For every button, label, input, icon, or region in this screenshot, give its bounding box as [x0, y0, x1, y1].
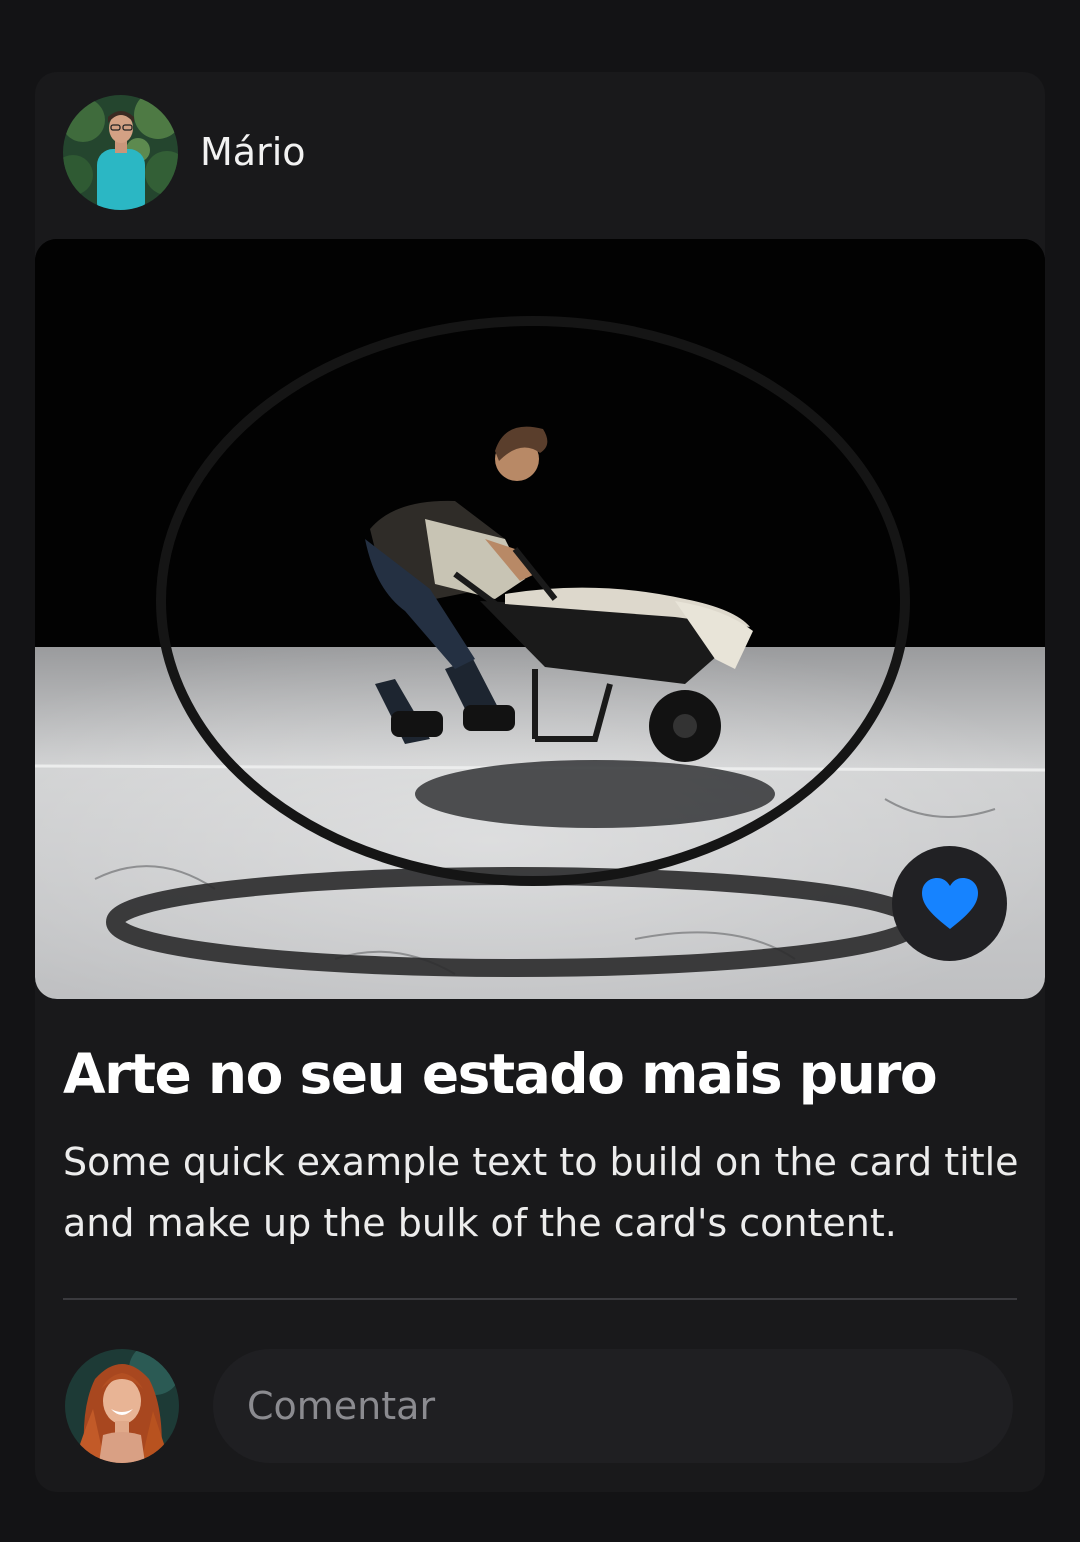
author-avatar-image — [63, 95, 178, 210]
like-button[interactable] — [892, 846, 1007, 961]
heart-icon — [921, 877, 978, 929]
post-header: Mário — [35, 72, 1045, 240]
divider — [63, 1298, 1017, 1300]
commenter-avatar — [65, 1349, 179, 1463]
comment-input[interactable] — [213, 1349, 1013, 1463]
post-title: Arte no seu estado mais puro — [63, 1042, 938, 1106]
author-name[interactable]: Mário — [200, 130, 306, 174]
post-image — [35, 239, 1045, 999]
commenter-avatar-image — [65, 1349, 179, 1463]
post-text: Some quick example text to build on the … — [63, 1140, 1019, 1245]
post-photo — [35, 239, 1045, 999]
post-card: Mário Arte no seu estado mais puro Some … — [35, 72, 1045, 1492]
author-avatar[interactable] — [63, 95, 178, 210]
